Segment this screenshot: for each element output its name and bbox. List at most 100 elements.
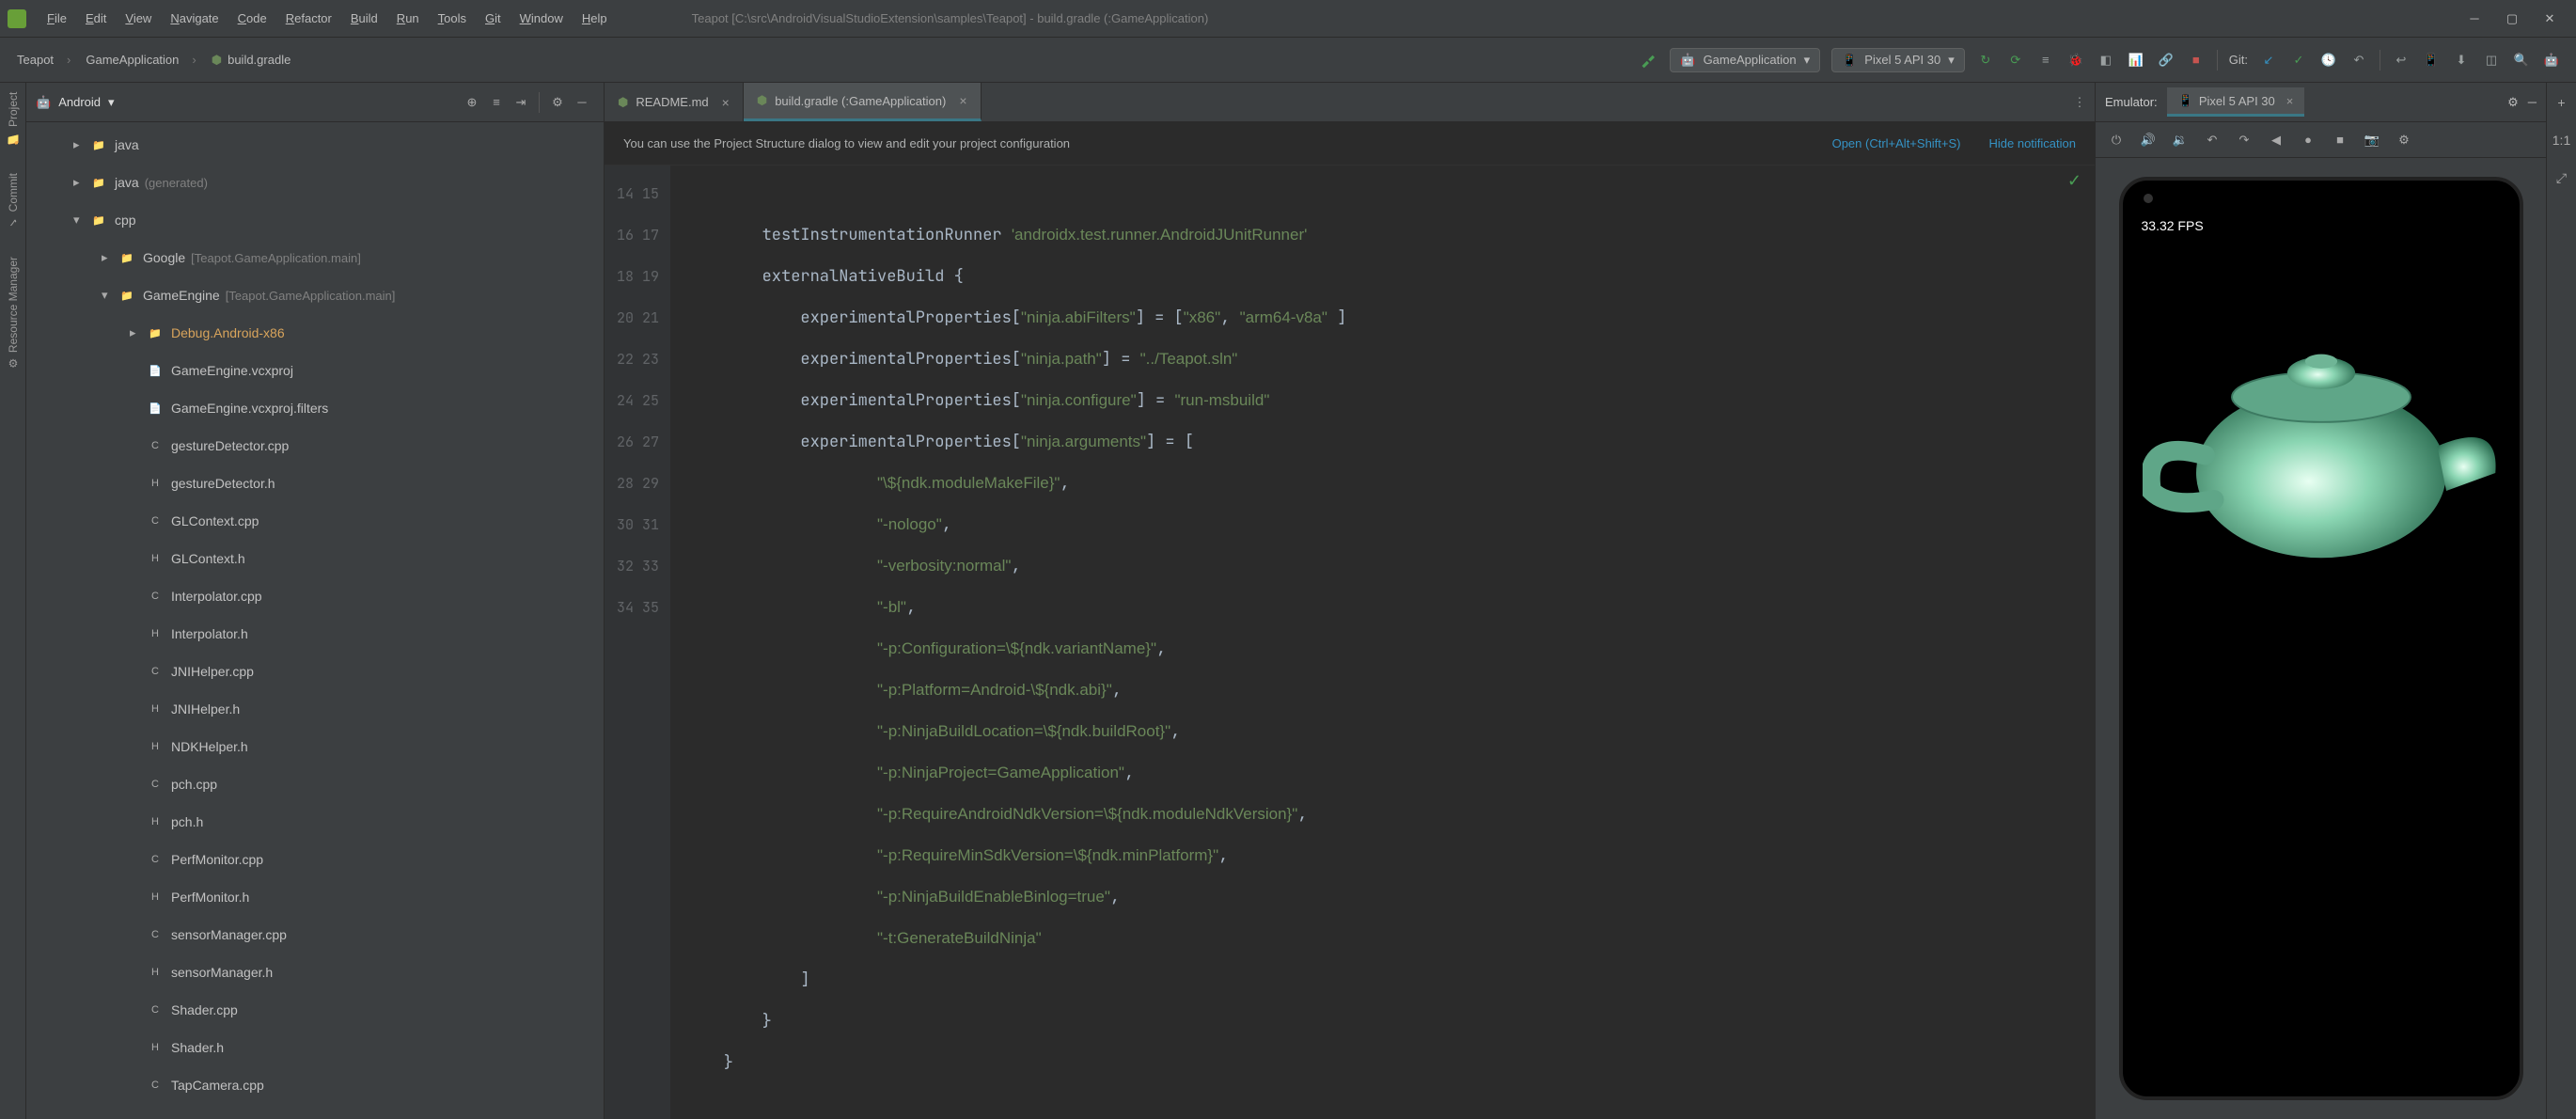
code-editor[interactable]: 14 15 16 17 18 19 20 21 22 23 24 25 26 2… [605, 165, 2095, 1119]
tree-node[interactable]: ▸📁Debug.Android-x86 [26, 314, 604, 352]
coverage-icon[interactable]: ◧ [2094, 48, 2118, 72]
rail-commit[interactable]: ✓Commit [7, 173, 20, 229]
menu-window[interactable]: Window [510, 11, 573, 25]
tree-node[interactable]: HJNIHelper.h [26, 690, 604, 728]
tree-node[interactable]: Cpch.cpp [26, 765, 604, 803]
build-hammer-icon[interactable] [1637, 48, 1661, 72]
tree-node[interactable]: HShader.h [26, 1029, 604, 1066]
tree-node[interactable]: 📄GameEngine.vcxproj [26, 352, 604, 389]
breadcrumb-root[interactable]: Teapot [9, 53, 78, 67]
git-history-icon[interactable]: 🕓 [2317, 48, 2341, 72]
tree-node[interactable]: CgestureDetector.cpp [26, 427, 604, 465]
menu-tools[interactable]: Tools [429, 11, 476, 25]
expand-icon[interactable]: ▸ [102, 250, 118, 265]
assistant-icon[interactable]: 🤖 [2539, 48, 2564, 72]
code-content[interactable]: testInstrumentationRunner 'androidx.test… [670, 165, 2095, 1119]
rail-resource-manager[interactable]: ⚙Resource Manager [7, 257, 20, 370]
menu-help[interactable]: Help [573, 11, 617, 25]
tree-node[interactable]: CTapCamera.cpp [26, 1066, 604, 1104]
avd-manager-icon[interactable]: 📱 [2419, 48, 2443, 72]
project-view-selector[interactable]: 🤖 Android ▾ [36, 95, 115, 110]
more-icon[interactable]: ⚙ [2391, 127, 2417, 153]
tree-node[interactable]: CGLContext.cpp [26, 502, 604, 540]
sync-all-icon[interactable]: ⟳ [2003, 48, 2028, 72]
close-button[interactable]: ✕ [2531, 5, 2568, 33]
screenshot-icon[interactable]: 📷 [2359, 127, 2385, 153]
run-menu-icon[interactable]: ≡ [2034, 48, 2058, 72]
volume-down-icon[interactable]: 🔉 [2167, 127, 2193, 153]
tree-node[interactable]: HGLContext.h [26, 540, 604, 577]
emulator-viewport[interactable]: 33.32 FPS [2096, 158, 2546, 1119]
rail-project[interactable]: 📁Project [7, 92, 20, 145]
sync-icon[interactable]: ↻ [1973, 48, 1998, 72]
stop-icon[interactable]: ■ [2184, 48, 2208, 72]
expand-icon[interactable]: ▸ [73, 137, 90, 152]
gear-icon[interactable]: ⚙ [2507, 95, 2519, 110]
zoom-in-icon[interactable]: + [2550, 90, 2574, 115]
emulator-device-tab[interactable]: 📱 Pixel 5 API 30 × [2167, 87, 2305, 117]
hide-icon[interactable]: ─ [2528, 95, 2537, 109]
tree-node[interactable]: HPerfMonitor.h [26, 878, 604, 916]
locate-file-icon[interactable]: ⊕ [460, 90, 484, 115]
tree-node[interactable]: CShader.cpp [26, 991, 604, 1029]
attach-debugger-icon[interactable]: 🔗 [2154, 48, 2178, 72]
menu-code[interactable]: Code [228, 11, 276, 25]
rotate-right-icon[interactable]: ↷ [2231, 127, 2257, 153]
editor-tab[interactable]: ⬢build.gradle (:GameApplication)× [744, 83, 982, 121]
tree-node[interactable]: HNDKHelper.h [26, 728, 604, 765]
editor-tab[interactable]: ⬢README.md× [605, 83, 744, 121]
gear-icon[interactable]: ⚙ [545, 90, 570, 115]
tree-node[interactable]: CsensorManager.cpp [26, 916, 604, 954]
tree-node[interactable]: ▸📁Google[Teapot.GameApplication.main] [26, 239, 604, 276]
menu-run[interactable]: Run [387, 11, 429, 25]
minimize-button[interactable]: ─ [2456, 5, 2493, 33]
back-icon[interactable]: ↩ [2389, 48, 2413, 72]
tree-node[interactable]: CInterpolator.cpp [26, 577, 604, 615]
back-icon[interactable]: ◀ [2263, 127, 2289, 153]
device-dropdown[interactable]: 📱 Pixel 5 API 30 ▾ [1831, 48, 1965, 72]
menu-edit[interactable]: Edit [76, 11, 116, 25]
menu-build[interactable]: Build [341, 11, 387, 25]
project-tree[interactable]: ▸📁java▸📁java(generated)▾📁cpp▸📁Google[Tea… [26, 122, 604, 1119]
tree-node[interactable]: ▾📁GameEngine[Teapot.GameApplication.main… [26, 276, 604, 314]
notification-hide-link[interactable]: Hide notification [1989, 136, 2077, 150]
menu-git[interactable]: Git [476, 11, 510, 25]
debug-icon[interactable]: 🐞 [2064, 48, 2088, 72]
zoom-1to1-icon[interactable]: 1:1 [2550, 128, 2574, 152]
expand-icon[interactable]: ▸ [130, 325, 147, 340]
rotate-left-icon[interactable]: ↶ [2199, 127, 2225, 153]
expand-icon[interactable]: ▾ [73, 213, 90, 228]
tree-node[interactable]: HInterpolator.h [26, 615, 604, 653]
menu-view[interactable]: View [116, 11, 161, 25]
inspection-ok-icon[interactable]: ✓ [2067, 171, 2081, 191]
tree-node[interactable]: HgestureDetector.h [26, 465, 604, 502]
tree-node[interactable]: ▾📁cpp [26, 201, 604, 239]
tabs-overflow-icon[interactable]: ⋮ [2067, 90, 2092, 115]
tree-node[interactable]: 📄GameEngine.vcxproj.filters [26, 389, 604, 427]
volume-up-icon[interactable]: 🔊 [2135, 127, 2161, 153]
search-icon[interactable]: 🔍 [2509, 48, 2534, 72]
layout-inspector-icon[interactable]: ◫ [2479, 48, 2504, 72]
close-icon[interactable]: × [722, 95, 730, 110]
expand-icon[interactable]: ▾ [102, 288, 118, 303]
power-icon[interactable]: ⏻ [2103, 127, 2129, 153]
tree-node[interactable]: ▸📁java(generated) [26, 164, 604, 201]
menu-file[interactable]: File [38, 11, 76, 25]
breadcrumb-module[interactable]: GameApplication [78, 53, 203, 67]
tree-node[interactable]: HsensorManager.h [26, 954, 604, 991]
expand-icon[interactable]: ▸ [73, 175, 90, 190]
home-icon[interactable]: ● [2295, 127, 2321, 153]
tree-node[interactable]: CPerfMonitor.cpp [26, 841, 604, 878]
breadcrumb-file[interactable]: ⬢ build.gradle [204, 53, 299, 68]
profiler-icon[interactable]: 📊 [2124, 48, 2148, 72]
filter-icon[interactable]: ≡ [484, 90, 509, 115]
close-icon[interactable]: × [2286, 94, 2294, 108]
tree-node[interactable]: Hpch.h [26, 803, 604, 841]
tree-node[interactable]: ▸📁java [26, 126, 604, 164]
collapse-icon[interactable]: ⇥ [509, 90, 533, 115]
git-revert-icon[interactable]: ↶ [2347, 48, 2371, 72]
close-icon[interactable]: × [959, 93, 966, 108]
git-update-icon[interactable]: ↙ [2256, 48, 2281, 72]
zoom-fit-icon[interactable]: ⤢ [2550, 165, 2574, 190]
menu-refactor[interactable]: Refactor [276, 11, 341, 25]
